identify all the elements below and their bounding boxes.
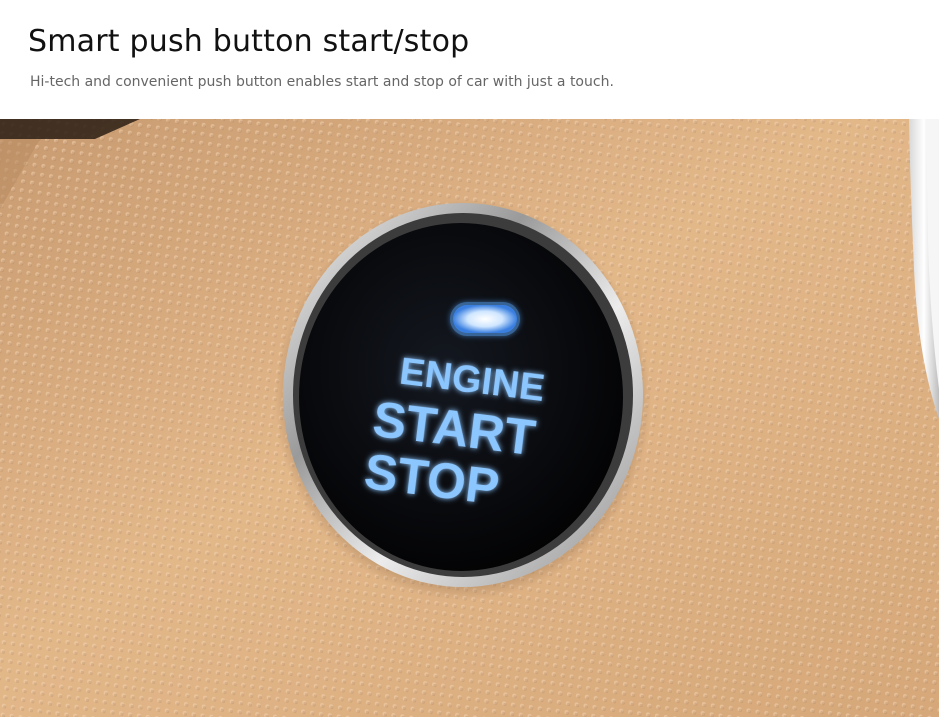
indicator-light: [453, 305, 517, 333]
feature-photo: ENGINE START STOP: [0, 119, 939, 717]
feature-description: Hi-tech and convenient push button enabl…: [30, 74, 614, 90]
feature-title: Smart push button start/stop: [28, 24, 470, 59]
feature-header: Smart push button start/stop Hi-tech and…: [0, 0, 939, 119]
engine-start-button-illustration: ENGINE START STOP: [0, 119, 939, 717]
